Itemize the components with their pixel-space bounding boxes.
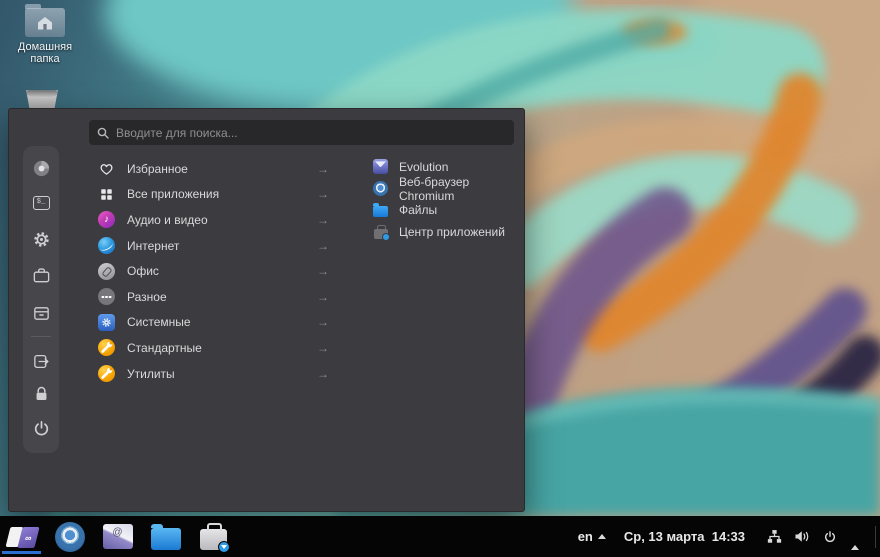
dots-icon — [98, 288, 115, 305]
taskbar-chromium-launcher[interactable] — [54, 520, 85, 554]
category-utilities[interactable]: Утилиты → — [93, 361, 333, 387]
keyboard-layout-label: en — [578, 529, 593, 544]
arrow-right-icon: → — [317, 239, 329, 253]
home-folder-label: Домашняя папка — [4, 41, 86, 65]
desktop-icon-home-folder[interactable]: Домашняя папка — [4, 8, 86, 65]
category-accessories[interactable]: Стандартные → — [93, 335, 333, 361]
system-gear-icon — [98, 314, 115, 331]
category-favorites[interactable]: Избранное → — [93, 156, 333, 182]
mail-envelope-icon: @ — [103, 524, 133, 549]
lock-icon[interactable] — [31, 383, 51, 403]
terminal-glyph: $_ — [37, 198, 45, 206]
blue-folder-icon — [373, 203, 388, 217]
arrow-right-icon: → — [317, 341, 329, 355]
briefcase-icon — [200, 529, 227, 550]
taskbar-app-menu-button[interactable]: ∞ — [6, 520, 37, 554]
globe-icon — [98, 237, 115, 254]
power-icon[interactable] — [31, 418, 51, 438]
blue-folder-icon — [151, 528, 181, 550]
house-icon — [33, 15, 57, 30]
menu-sidebar: $_ — [23, 146, 59, 453]
category-label: Утилиты — [127, 367, 175, 381]
category-label: Аудио и видео — [127, 213, 208, 227]
app-chromium[interactable]: Веб-браузер Chromium — [367, 178, 519, 200]
category-office[interactable]: Офис → — [93, 258, 333, 284]
arrow-right-icon: → — [317, 187, 329, 201]
category-label: Разное — [127, 290, 167, 304]
favorites-list: Evolution Веб-браузер Chromium Файлы Цен… — [367, 156, 519, 243]
app-label: Файлы — [399, 203, 437, 217]
category-misc[interactable]: Разное → — [93, 284, 333, 310]
app-label: Evolution — [399, 160, 448, 174]
chevron-up-icon — [598, 534, 606, 539]
tray-expand-button[interactable] — [849, 526, 861, 548]
briefcase-badge-icon — [373, 225, 388, 239]
app-grid-icon — [98, 186, 115, 203]
music-note-icon: ♪ — [98, 211, 115, 228]
evolution-mail-icon — [373, 159, 388, 174]
category-label: Системные — [127, 315, 191, 329]
show-desktop-divider[interactable] — [875, 526, 876, 548]
arrow-right-icon: → — [317, 315, 329, 329]
home-folder-icon — [25, 8, 65, 37]
app-label: Центр приложений — [399, 225, 505, 239]
arrow-right-icon: → — [317, 213, 329, 227]
wrench-icon — [98, 339, 115, 356]
chromium-icon — [373, 181, 388, 196]
distro-logo-icon: ∞ — [7, 525, 37, 549]
app-label: Веб-браузер Chromium — [399, 175, 519, 203]
search-box — [89, 120, 514, 145]
category-label: Офис — [127, 264, 159, 278]
category-internet[interactable]: Интернет → — [93, 233, 333, 259]
logout-icon[interactable] — [31, 351, 51, 371]
paperclip-icon — [98, 263, 115, 280]
web-browser-icon[interactable] — [31, 158, 51, 178]
category-system[interactable]: Системные → — [93, 310, 333, 336]
keyboard-layout-indicator[interactable]: en — [578, 529, 606, 544]
app-files[interactable]: Файлы — [367, 200, 519, 222]
infinity-glyph: ∞ — [24, 532, 33, 542]
arrow-right-icon: → — [317, 162, 329, 176]
archive-icon[interactable] — [31, 303, 51, 323]
volume-icon[interactable] — [793, 528, 811, 546]
system-tray: en Ср, 13 марта 14:33 — [578, 526, 880, 548]
sidebar-divider — [31, 336, 51, 337]
arrow-right-icon: → — [317, 367, 329, 381]
arrow-right-icon: → — [317, 290, 329, 304]
category-list: Избранное → Все приложения → ♪ Аудио и в… — [93, 156, 333, 386]
clock[interactable]: Ср, 13 марта 14:33 — [624, 529, 745, 544]
category-all-applications[interactable]: Все приложения → — [93, 182, 333, 208]
category-audio-video[interactable]: ♪ Аудио и видео → — [93, 207, 333, 233]
search-icon — [97, 127, 109, 139]
taskbar-files-launcher[interactable] — [150, 520, 181, 554]
software-center-icon[interactable] — [31, 265, 51, 285]
taskbar-launchers: ∞ @ — [0, 520, 229, 554]
taskbar-software-center-launcher[interactable] — [198, 520, 229, 554]
download-badge-icon — [218, 541, 230, 553]
search-input[interactable] — [116, 126, 506, 140]
category-label: Стандартные — [127, 341, 202, 355]
category-label: Все приложения — [127, 187, 219, 201]
arrow-right-icon: → — [317, 264, 329, 278]
terminal-icon[interactable]: $_ — [31, 193, 51, 213]
settings-gear-icon[interactable] — [31, 229, 51, 249]
app-software-center[interactable]: Центр приложений — [367, 221, 519, 243]
taskbar: ∞ @ en Ср, 13 марта 14:33 — [0, 516, 880, 557]
application-menu: $_ — [8, 108, 525, 512]
network-icon[interactable] — [765, 528, 783, 546]
heart-icon — [98, 160, 115, 177]
power-icon[interactable] — [821, 528, 839, 546]
active-indicator — [2, 551, 41, 554]
taskbar-evolution-launcher[interactable]: @ — [102, 520, 133, 554]
chromium-icon — [55, 522, 85, 552]
category-label: Избранное — [127, 162, 188, 176]
category-label: Интернет — [127, 239, 179, 253]
wrench-icon — [98, 365, 115, 382]
